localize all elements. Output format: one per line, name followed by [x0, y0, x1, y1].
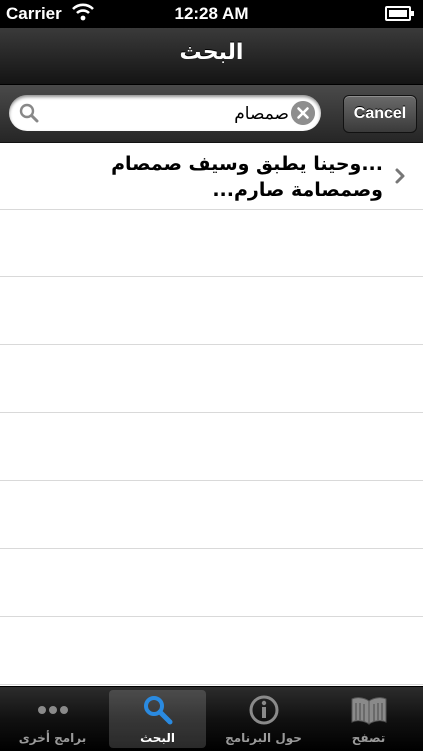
tab-label: البحث [140, 731, 175, 745]
search-icon [143, 696, 172, 725]
tab-about[interactable]: حول البرنامج [211, 687, 316, 751]
cancel-button[interactable]: Cancel [343, 95, 417, 133]
empty-row [0, 550, 423, 617]
tab-label: برامج أخرى [18, 731, 87, 745]
empty-row [0, 618, 423, 685]
tab-bar: تصفح البحث حول البرنامج برامج أخرى [0, 686, 423, 751]
status-bar: Carrier 12:28 AM [0, 0, 423, 28]
battery-icon [385, 6, 414, 21]
empty-row [0, 414, 423, 481]
tab-label: حول البرنامج [225, 731, 302, 745]
page-title: البحث [179, 40, 244, 65]
tab-more-apps[interactable]: برامج أخرى [0, 687, 105, 751]
search-bar: Cancel [0, 85, 423, 143]
navigation-bar: البحث [0, 28, 423, 85]
info-icon [249, 695, 278, 725]
clock: 12:28 AM [174, 4, 249, 23]
search-input[interactable] [47, 99, 291, 129]
result-text: ...وحينا يطبق وسيف صمصام وصمصامة صارم... [111, 153, 383, 201]
empty-row [0, 346, 423, 413]
search-results-list: ...وحينا يطبق وسيف صمصام وصمصامة صارم... [0, 143, 423, 686]
search-icon [19, 103, 39, 123]
tab-browse[interactable]: تصفح [316, 687, 421, 751]
chevron-right-icon [395, 168, 405, 184]
result-row[interactable]: ...وحينا يطبق وسيف صمصام وصمصامة صارم... [0, 143, 423, 210]
book-icon [351, 697, 386, 725]
clear-search-icon[interactable] [291, 101, 315, 125]
empty-row [0, 210, 423, 277]
tab-label: تصفح [351, 731, 386, 745]
more-dots-icon [37, 706, 68, 714]
search-field[interactable] [9, 95, 321, 131]
empty-row [0, 278, 423, 345]
empty-row [0, 482, 423, 549]
tab-search[interactable]: البحث [105, 687, 210, 751]
